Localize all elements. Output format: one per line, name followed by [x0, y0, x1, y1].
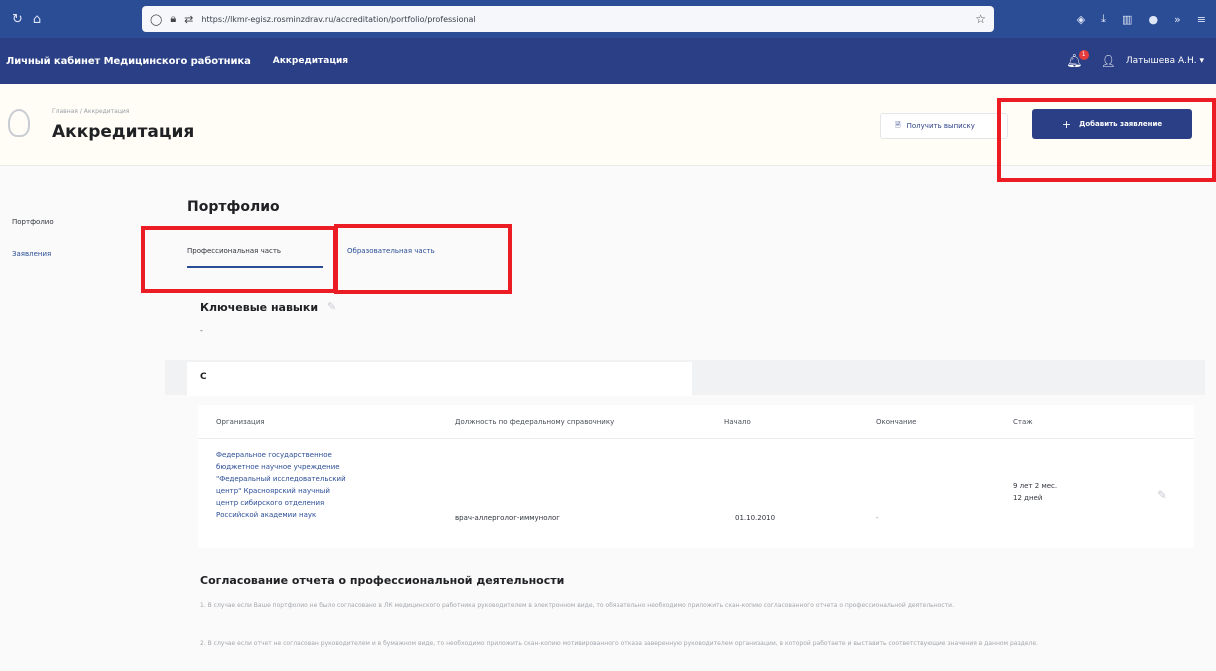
skills-title: Ключевые навыки	[200, 301, 319, 314]
agreement-title: Согласование отчета о профессиональной д…	[200, 574, 565, 587]
agreement-paragraph-2: 2. В случае если отчет не согласован рук…	[200, 640, 1038, 647]
col-header-position: Должность по федеральному справочнику	[455, 418, 615, 426]
highlight-add-button	[997, 98, 1216, 182]
user-icon[interactable]: 👤︎	[1101, 54, 1116, 68]
sidebar-item-applications[interactable]: Заявления	[12, 250, 51, 258]
account-icon[interactable]: ●	[1148, 13, 1158, 26]
section-title: Портфолио	[187, 199, 280, 215]
app-header: Личный кабинет Медицинского работника Ак…	[0, 38, 1216, 84]
skills-value: -	[200, 326, 203, 335]
overflow-icon[interactable]: »	[1174, 13, 1181, 26]
work-table	[198, 405, 1194, 548]
work-heading-overlay	[187, 362, 692, 396]
home-icon[interactable]: ⌂	[33, 12, 41, 27]
table-row-end: -	[876, 514, 879, 522]
table-header-divider	[198, 438, 1194, 439]
work-heading: С	[200, 372, 207, 382]
permissions-icon[interactable]: ⇄	[184, 13, 193, 26]
browser-extensions: ◈ ⤓ ▥ ● » ≡	[1077, 0, 1206, 38]
highlight-tab-professional	[141, 226, 337, 293]
table-row-position: врач-аллерголог-иммунолог	[455, 514, 560, 522]
notification-badge: 1	[1078, 49, 1089, 60]
app-title[interactable]: Личный кабинет Медицинского работника	[6, 56, 251, 67]
menu-icon[interactable]: ≡	[1197, 13, 1206, 26]
address-bar[interactable]: ◯ 🔒︎ ⇄ https://lkmr-egisz.rosminzdrav.ru…	[142, 6, 994, 32]
download-icon[interactable]: ⤓	[1101, 12, 1106, 26]
get-extract-label: Получить выписку	[906, 122, 975, 130]
url-text[interactable]: https://lkmr-egisz.rosminzdrav.ru/accred…	[201, 15, 967, 24]
notifications-bell-icon[interactable]: 🔔︎ 1	[1066, 49, 1089, 69]
edit-skills-pencil-icon[interactable]: ✎	[327, 300, 336, 313]
browser-toolbar: ↻ ⌂ ◯ 🔒︎ ⇄ https://lkmr-egisz.rosminzdra…	[0, 0, 1216, 38]
get-extract-button[interactable]: 🗎 Получить выписку	[880, 113, 1008, 139]
col-header-experience: Стаж	[1013, 418, 1033, 426]
header-user-area: 🔔︎ 1 👤︎ Латышева А.Н. ▾	[1066, 38, 1204, 84]
bookmark-star-icon[interactable]: ☆	[975, 12, 986, 26]
ministry-logo-icon	[8, 109, 30, 137]
edit-row-pencil-icon[interactable]: ✎	[1157, 488, 1167, 502]
table-row-org[interactable]: Федеральное государственное бюджетное нау…	[216, 449, 346, 521]
library-icon[interactable]: ▥	[1122, 13, 1132, 26]
reload-icon[interactable]: ↻	[12, 12, 23, 27]
agreement-paragraph-1: 1. В случае если Ваше портфолио не было …	[200, 602, 954, 609]
table-row-start: 01.10.2010	[735, 514, 776, 522]
document-icon: 🗎	[895, 120, 901, 129]
col-header-organization: Организация	[216, 418, 265, 426]
col-header-start: Начало	[724, 418, 751, 426]
col-header-end: Окончание	[876, 418, 917, 426]
breadcrumb[interactable]: Главная / Аккредитация	[52, 108, 129, 115]
shield-icon: ◯	[150, 12, 163, 26]
sidebar-item-portfolio[interactable]: Портфолио	[12, 218, 54, 226]
page-title: Аккредитация	[52, 122, 195, 142]
highlight-tab-educational	[334, 224, 512, 294]
user-name[interactable]: Латышева А.Н. ▾	[1126, 56, 1204, 66]
browser-nav: ↻ ⌂	[0, 12, 140, 27]
table-row-experience: 9 лет 2 мес. 12 дней	[1013, 482, 1058, 502]
lock-icon: 🔒︎	[170, 12, 177, 25]
pocket-icon[interactable]: ◈	[1077, 13, 1085, 26]
nav-accreditation[interactable]: Аккредитация	[273, 56, 348, 66]
